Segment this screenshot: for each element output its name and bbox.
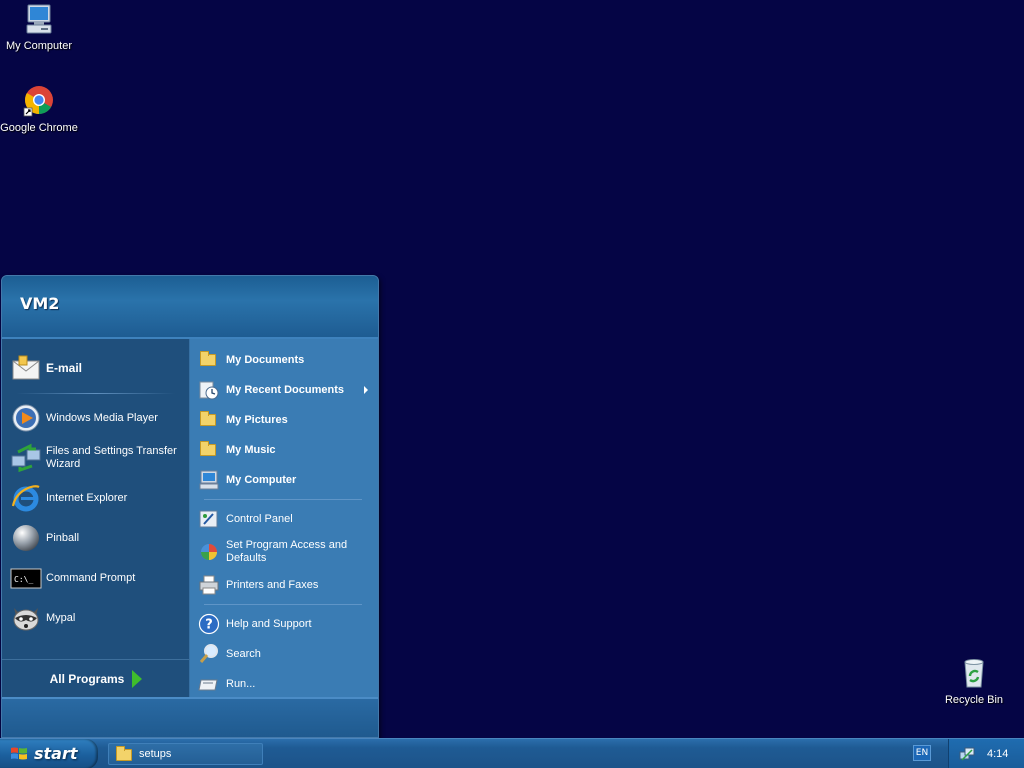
desktop-icon-recycle-bin[interactable]: Recycle Bin [935,656,1013,706]
all-programs-label: All Programs [49,671,125,686]
start-item-mypal[interactable]: Mypal [2,598,189,638]
folder-icon [115,745,133,762]
start-item-label: Pinball [46,531,80,544]
desktop-icon-google-chrome[interactable]: Google Chrome [0,84,78,134]
windows-logo-icon [10,746,28,762]
pinball-icon [10,522,42,554]
desktop-icon-label: Google Chrome [0,122,78,134]
start-menu: VM2 E-mail Windows Media Player Files an… [1,275,379,738]
command-prompt-glyph: C:\_ [14,575,33,584]
start-item-my-pictures[interactable]: My Pictures [190,405,378,435]
green-arrow-icon [132,669,143,688]
start-menu-programs-pane: E-mail Windows Media Player Files and Se… [2,339,190,697]
recycle-bin-icon [957,656,991,690]
taskbar-button-label: setups [139,747,172,760]
start-item-internet-explorer[interactable]: Internet Explorer [2,478,189,518]
start-button[interactable]: start [0,738,98,768]
start-item-label: My Computer [226,473,297,486]
start-item-printers-and-faxes[interactable]: Printers and Faxes [190,570,378,600]
start-item-label: Mypal [46,611,76,624]
start-item-help-and-support[interactable]: ? Help and Support [190,609,378,639]
start-item-label: My Pictures [226,413,288,426]
clock[interactable]: 4:14 [987,748,1008,760]
separator [204,604,362,605]
start-item-run[interactable]: Run... [190,669,378,699]
documents-folder-icon [198,349,220,371]
start-item-pinball[interactable]: Pinball [2,518,189,558]
start-item-transfer-wizard[interactable]: Files and Settings Transfer Wizard [2,438,189,478]
help-icon: ? [198,613,220,635]
svg-text:?: ? [205,618,213,633]
all-programs-button[interactable]: All Programs [2,659,190,697]
run-icon [198,673,220,695]
computer-icon [198,469,220,491]
start-item-control-panel[interactable]: Control Panel [190,504,378,534]
control-panel-icon [198,508,220,530]
media-player-icon [10,402,42,434]
start-item-command-prompt[interactable]: C:\_ Command Prompt [2,558,189,598]
separator [16,393,175,394]
start-menu-footer [2,697,378,737]
start-item-label: Files and Settings Transfer Wizard [46,445,177,470]
start-item-my-computer[interactable]: My Computer [190,465,378,495]
network-icon[interactable] [959,746,975,762]
recent-documents-icon [198,379,220,401]
start-menu-places-pane: My Documents My Recent Documents My Pict… [190,339,378,697]
internet-explorer-icon [10,482,42,514]
start-item-my-recent-documents[interactable]: My Recent Documents [190,375,378,405]
submenu-arrow-icon [364,386,368,394]
start-item-windows-media-player[interactable]: Windows Media Player [2,398,189,438]
start-item-label: Control Panel [226,512,293,525]
start-item-label: Search [226,647,261,660]
start-menu-header: VM2 [2,276,378,339]
desktop-icon-label: My Computer [5,40,73,52]
start-item-program-access[interactable]: Set Program Access and Defaults [190,534,378,570]
printer-icon [198,574,220,596]
start-item-label: My Recent Documents [226,383,344,396]
start-item-my-documents[interactable]: My Documents [190,345,378,375]
start-item-label: Command Prompt [46,571,136,584]
user-name: VM2 [20,294,60,313]
start-item-label: Printers and Faxes [226,578,319,591]
start-item-label: Run... [226,677,256,690]
start-label: start [34,744,78,763]
my-computer-icon [22,2,56,36]
mypal-icon [10,602,42,634]
taskbar-button-setups[interactable]: setups [108,742,263,765]
start-item-label: Windows Media Player [46,411,158,424]
start-item-label: E-mail [46,360,83,375]
start-item-email[interactable]: E-mail [2,345,189,391]
desktop-icon-label: Recycle Bin [944,694,1004,706]
system-tray: 4:14 [948,739,1024,768]
transfer-wizard-icon [10,442,42,474]
program-access-icon [198,541,220,563]
search-icon [198,643,220,665]
pictures-folder-icon [198,409,220,431]
chrome-icon [22,84,56,118]
start-item-label: Set Program Access and Defaults [226,539,348,564]
email-icon [10,352,42,384]
desktop-icon-my-computer[interactable]: My Computer [0,2,78,52]
start-item-label: Internet Explorer [46,491,128,504]
start-item-my-music[interactable]: My Music [190,435,378,465]
command-prompt-icon: C:\_ [10,562,42,594]
language-indicator[interactable]: EN [913,745,931,761]
separator [204,499,362,500]
start-item-search[interactable]: Search [190,639,378,669]
music-folder-icon [198,439,220,461]
taskbar: start setups EN 4:14 [0,738,1024,768]
start-item-label: My Music [226,443,276,456]
start-item-label: My Documents [226,353,305,366]
start-item-label: Help and Support [226,617,312,630]
